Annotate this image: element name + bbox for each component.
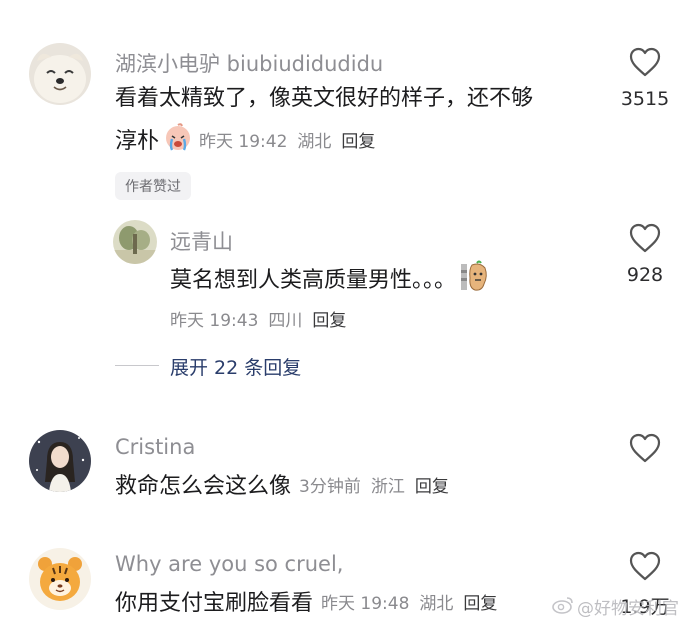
author-liked-badge: 作者赞过 — [115, 172, 191, 200]
comment-time: 昨天 19:43 — [170, 311, 259, 331]
comment-text-line: 救命怎么会这么像 3分钟前 浙江 回复 — [115, 472, 459, 502]
watermark-text: @好物安利官 — [577, 599, 679, 619]
like-count: 3515 — [620, 88, 670, 110]
comment-location: 湖北 — [419, 594, 454, 614]
avatar-dog[interactable] — [29, 43, 91, 105]
reply-button[interactable]: 回复 — [312, 311, 346, 331]
comment-location: 湖北 — [297, 131, 332, 152]
comment-text-line: 莫名想到人类高质量男性。。。 — [170, 260, 490, 301]
comment-text-line: 看着太精致了，像英文很好的样子，还不够 — [115, 86, 534, 111]
crying-emoji-icon — [163, 122, 193, 161]
heart-outline-icon[interactable] — [628, 222, 662, 254]
comment-time: 3分钟前 — [299, 477, 361, 497]
username[interactable]: Cristina — [115, 435, 195, 459]
comment-time: 昨天 19:48 — [321, 594, 410, 614]
comment-text: 你用支付宝刷脸看看 — [115, 591, 314, 616]
avatar-tiger[interactable] — [29, 548, 91, 610]
username[interactable]: 湖滨小电驴 biubiudidudidu — [115, 48, 383, 78]
comment-text-tail: 淳朴 — [115, 128, 160, 154]
comment-location: 浙江 — [370, 477, 405, 497]
like-count: 928 — [626, 264, 664, 286]
username[interactable]: 远青山 — [170, 226, 233, 256]
avatar-girl[interactable] — [29, 430, 91, 492]
comment-text-line: 淳朴 昨天 19:42 湖北 回复 — [115, 122, 385, 161]
peanut-emoji-icon — [460, 260, 490, 301]
heart-outline-icon[interactable] — [628, 550, 662, 582]
avatar-scenery[interactable] — [113, 220, 157, 264]
weibo-logo-icon — [552, 596, 574, 618]
expand-divider — [115, 365, 159, 366]
watermark: @好物安利官 — [552, 594, 679, 619]
comment-time: 昨天 19:42 — [199, 131, 288, 152]
expand-replies-button[interactable]: 展开 22 条回复 — [170, 353, 301, 380]
heart-outline-icon[interactable] — [628, 432, 662, 464]
comment-text: 救命怎么会这么像 — [115, 474, 292, 499]
reply-button[interactable]: 回复 — [415, 477, 449, 497]
comment-location: 四川 — [268, 311, 303, 331]
username[interactable]: Why are you so cruel, — [115, 552, 343, 576]
heart-outline-icon[interactable] — [628, 46, 662, 78]
comment-text: 莫名想到人类高质量男性。。。 — [170, 267, 457, 293]
comment-text-line: 你用支付宝刷脸看看 昨天 19:48 湖北 回复 — [115, 589, 507, 619]
reply-button[interactable]: 回复 — [463, 594, 497, 614]
reply-button[interactable]: 回复 — [341, 132, 375, 152]
